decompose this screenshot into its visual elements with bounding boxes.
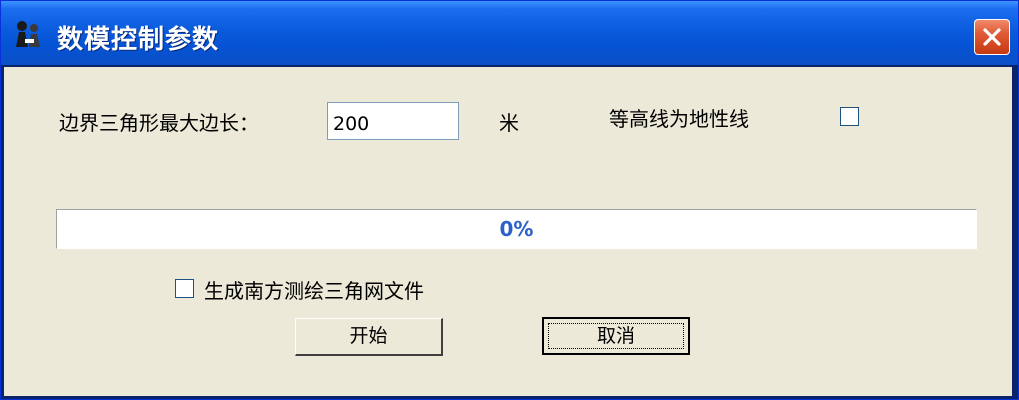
progress-bar: 0% (56, 209, 977, 249)
contour-checkbox-label: 等高线为地性线 (609, 107, 749, 131)
dialog-window: 数模控制参数 边界三角形最大边长： 200 米 等高线为地性线 0% 生成南方测… (0, 0, 1019, 400)
max-edge-label: 边界三角形最大边长： (59, 111, 259, 135)
max-edge-input[interactable]: 200 (327, 102, 459, 140)
dialog-body: 边界三角形最大边长： 200 米 等高线为地性线 0% 生成南方测绘三角网文件 … (4, 67, 1012, 396)
contour-checkbox[interactable] (840, 107, 859, 126)
unit-label: 米 (499, 111, 519, 135)
close-icon (983, 28, 1001, 46)
start-button[interactable]: 开始 (295, 318, 443, 356)
south-tin-checkbox-label: 生成南方测绘三角网文件 (204, 279, 424, 303)
close-button[interactable] (974, 19, 1010, 55)
title-bar[interactable]: 数模控制参数 (1, 1, 1018, 65)
window-title: 数模控制参数 (57, 25, 220, 55)
app-figures-icon (13, 19, 45, 49)
progress-label: 0% (499, 217, 534, 241)
south-tin-checkbox[interactable] (175, 279, 194, 298)
focus-ring (548, 323, 684, 349)
cancel-button[interactable]: 取消 (542, 317, 690, 355)
